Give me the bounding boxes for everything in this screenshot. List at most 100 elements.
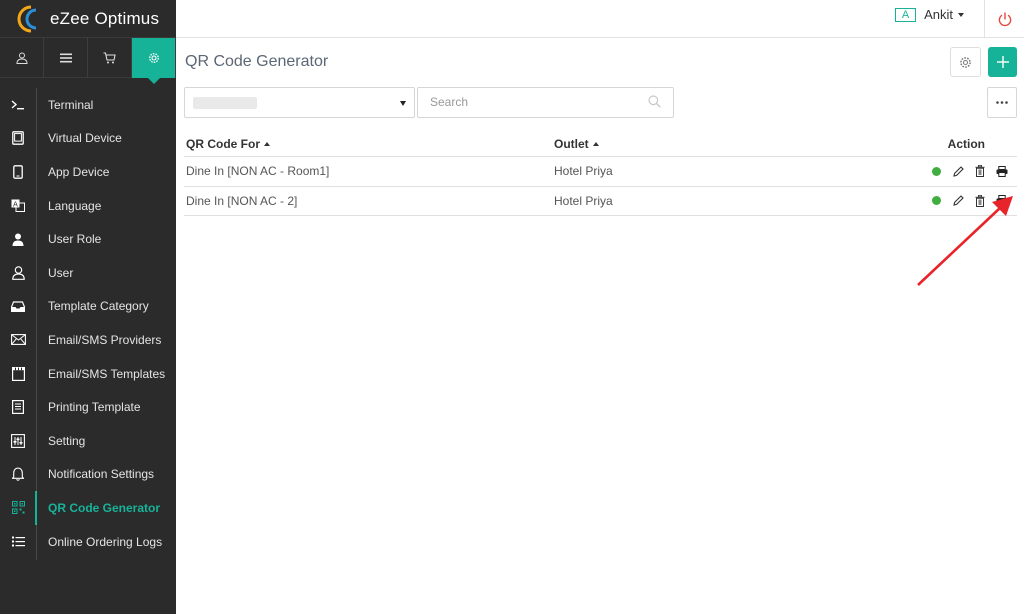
sidebar-item-language[interactable]: A Language bbox=[0, 189, 176, 223]
sidebar-item-label: Email/SMS Providers bbox=[48, 332, 162, 347]
menu-icon bbox=[59, 53, 72, 63]
sidebar-item-label: User bbox=[48, 265, 74, 280]
sort-asc-icon bbox=[592, 141, 599, 146]
cell-outlet: Hotel Priya bbox=[554, 193, 613, 208]
sidebar-item-notification-settings[interactable]: Notification Settings bbox=[0, 458, 176, 492]
bell-icon bbox=[0, 467, 36, 482]
edit-button[interactable] bbox=[947, 161, 969, 181]
outlet-select-value bbox=[193, 97, 257, 109]
status-active-dot bbox=[931, 166, 941, 176]
template-icon bbox=[0, 366, 36, 381]
pencil-icon bbox=[952, 165, 964, 177]
sidebar-item-online-ordering-logs[interactable]: Online Ordering Logs bbox=[0, 525, 176, 559]
table-row: Dine In [NON AC - Room1] Hotel Priya bbox=[184, 157, 1017, 187]
sidebar-item-email-sms-providers[interactable]: Email/SMS Providers bbox=[0, 323, 176, 357]
more-options-button[interactable] bbox=[987, 87, 1017, 118]
topbar: A Ankit bbox=[176, 0, 1024, 38]
cart-icon bbox=[103, 52, 116, 64]
sidebar-item-app-device[interactable]: App Device bbox=[0, 155, 176, 189]
row-actions bbox=[924, 161, 1017, 181]
sidebar-item-qr-code-generator[interactable]: QR Code Generator bbox=[0, 491, 176, 525]
table-row: Dine In [NON AC - 2] Hotel Priya bbox=[184, 187, 1017, 216]
add-button[interactable] bbox=[988, 47, 1017, 77]
gear-icon bbox=[148, 53, 159, 63]
table-header: QR Code For Outlet Action bbox=[184, 131, 1017, 157]
logout-button[interactable] bbox=[984, 0, 1024, 38]
cell-qr-code-for: Dine In [NON AC - Room1] bbox=[186, 164, 330, 179]
tab-settings[interactable] bbox=[132, 38, 176, 84]
list-icon bbox=[0, 536, 36, 547]
page-title: QR Code Generator bbox=[185, 53, 329, 70]
search-input[interactable] bbox=[430, 88, 650, 116]
settings-button[interactable] bbox=[950, 47, 981, 77]
mobile-icon bbox=[0, 165, 36, 179]
sidebar-item-label: Language bbox=[48, 198, 102, 213]
delete-button[interactable] bbox=[969, 161, 991, 181]
sidebar-item-label: Setting bbox=[48, 433, 86, 448]
sidebar-item-label: Terminal bbox=[48, 97, 94, 112]
user-name: Ankit bbox=[924, 7, 953, 22]
sliders-icon bbox=[0, 433, 36, 448]
user-menu[interactable]: A Ankit bbox=[895, 7, 964, 22]
main-content: QR Code Generator QR Code For Outlet Act… bbox=[176, 39, 1024, 614]
sidebar-item-label: QR Code Generator bbox=[48, 500, 161, 515]
user-badge: A bbox=[895, 7, 917, 22]
logo-bar: eZee Optimus bbox=[0, 0, 176, 38]
inbox-icon bbox=[0, 301, 36, 312]
gear-icon bbox=[960, 56, 971, 68]
sidebar-item-printing-template[interactable]: Printing Template bbox=[0, 390, 176, 424]
user-icon bbox=[0, 265, 36, 280]
tab-menu[interactable] bbox=[44, 38, 88, 78]
sidebar: eZee Optimus Terminal Virtual Device App… bbox=[0, 0, 176, 614]
terminal-icon bbox=[0, 100, 36, 110]
sidebar-item-virtual-device[interactable]: Virtual Device bbox=[0, 122, 176, 156]
sidebar-item-template-category[interactable]: Template Category bbox=[0, 290, 176, 324]
chevron-down-icon bbox=[400, 101, 406, 106]
envelope-icon bbox=[0, 334, 36, 346]
search-icon bbox=[648, 95, 661, 108]
document-icon bbox=[0, 400, 36, 415]
sidebar-item-setting[interactable]: Setting bbox=[0, 424, 176, 458]
user-icon bbox=[15, 52, 28, 64]
qr-code-table: QR Code For Outlet Action Dine In [NON A… bbox=[184, 131, 1017, 216]
sidebar-item-label: User Role bbox=[48, 232, 102, 247]
sort-asc-icon bbox=[264, 141, 270, 146]
tab-user[interactable] bbox=[0, 38, 44, 78]
tab-cart[interactable] bbox=[88, 38, 132, 78]
printer-icon bbox=[996, 165, 1008, 177]
sidebar-item-label: App Device bbox=[48, 164, 110, 179]
cell-outlet: Hotel Priya bbox=[554, 164, 613, 179]
sidebar-item-label: Notification Settings bbox=[48, 467, 155, 482]
app-name: eZee Optimus bbox=[50, 8, 160, 28]
sidebar-item-user[interactable]: User bbox=[0, 256, 176, 290]
column-label: QR Code For bbox=[186, 136, 260, 151]
plus-icon bbox=[996, 56, 1009, 68]
sidebar-item-label: Online Ordering Logs bbox=[48, 534, 163, 549]
sidebar-item-label: Virtual Device bbox=[48, 131, 122, 146]
sidebar-item-email-sms-templates[interactable]: Email/SMS Templates bbox=[0, 357, 176, 391]
qr-code-icon bbox=[0, 501, 36, 515]
sidebar-nav: Terminal Virtual Device App Device A Lan… bbox=[0, 78, 176, 561]
outlet-select[interactable] bbox=[184, 87, 415, 118]
column-label: Outlet bbox=[554, 136, 589, 151]
column-header-action: Action bbox=[947, 136, 985, 151]
tablet-icon bbox=[0, 131, 36, 146]
chevron-down-icon bbox=[958, 12, 964, 17]
search-box bbox=[417, 87, 674, 118]
sidebar-item-label: Template Category bbox=[48, 299, 149, 314]
more-icon bbox=[996, 101, 1008, 104]
status-toggle[interactable] bbox=[925, 161, 947, 181]
column-header-qr-code-for[interactable]: QR Code For bbox=[184, 137, 554, 151]
sidebar-item-label: Email/SMS Templates bbox=[48, 366, 166, 381]
sidebar-item-label: Printing Template bbox=[48, 400, 141, 415]
logo-icon bbox=[14, 4, 48, 34]
column-header-outlet[interactable]: Outlet bbox=[554, 137, 924, 151]
svg-text:A: A bbox=[13, 200, 18, 208]
print-button[interactable] bbox=[991, 161, 1013, 181]
sidebar-item-terminal[interactable]: Terminal bbox=[0, 88, 176, 122]
sidebar-item-user-role[interactable]: User Role bbox=[0, 222, 176, 256]
trash-icon bbox=[975, 165, 985, 178]
language-icon: A bbox=[0, 199, 36, 213]
sidebar-top-tabs bbox=[0, 38, 176, 84]
cell-qr-code-for: Dine In [NON AC - 2] bbox=[186, 193, 298, 208]
